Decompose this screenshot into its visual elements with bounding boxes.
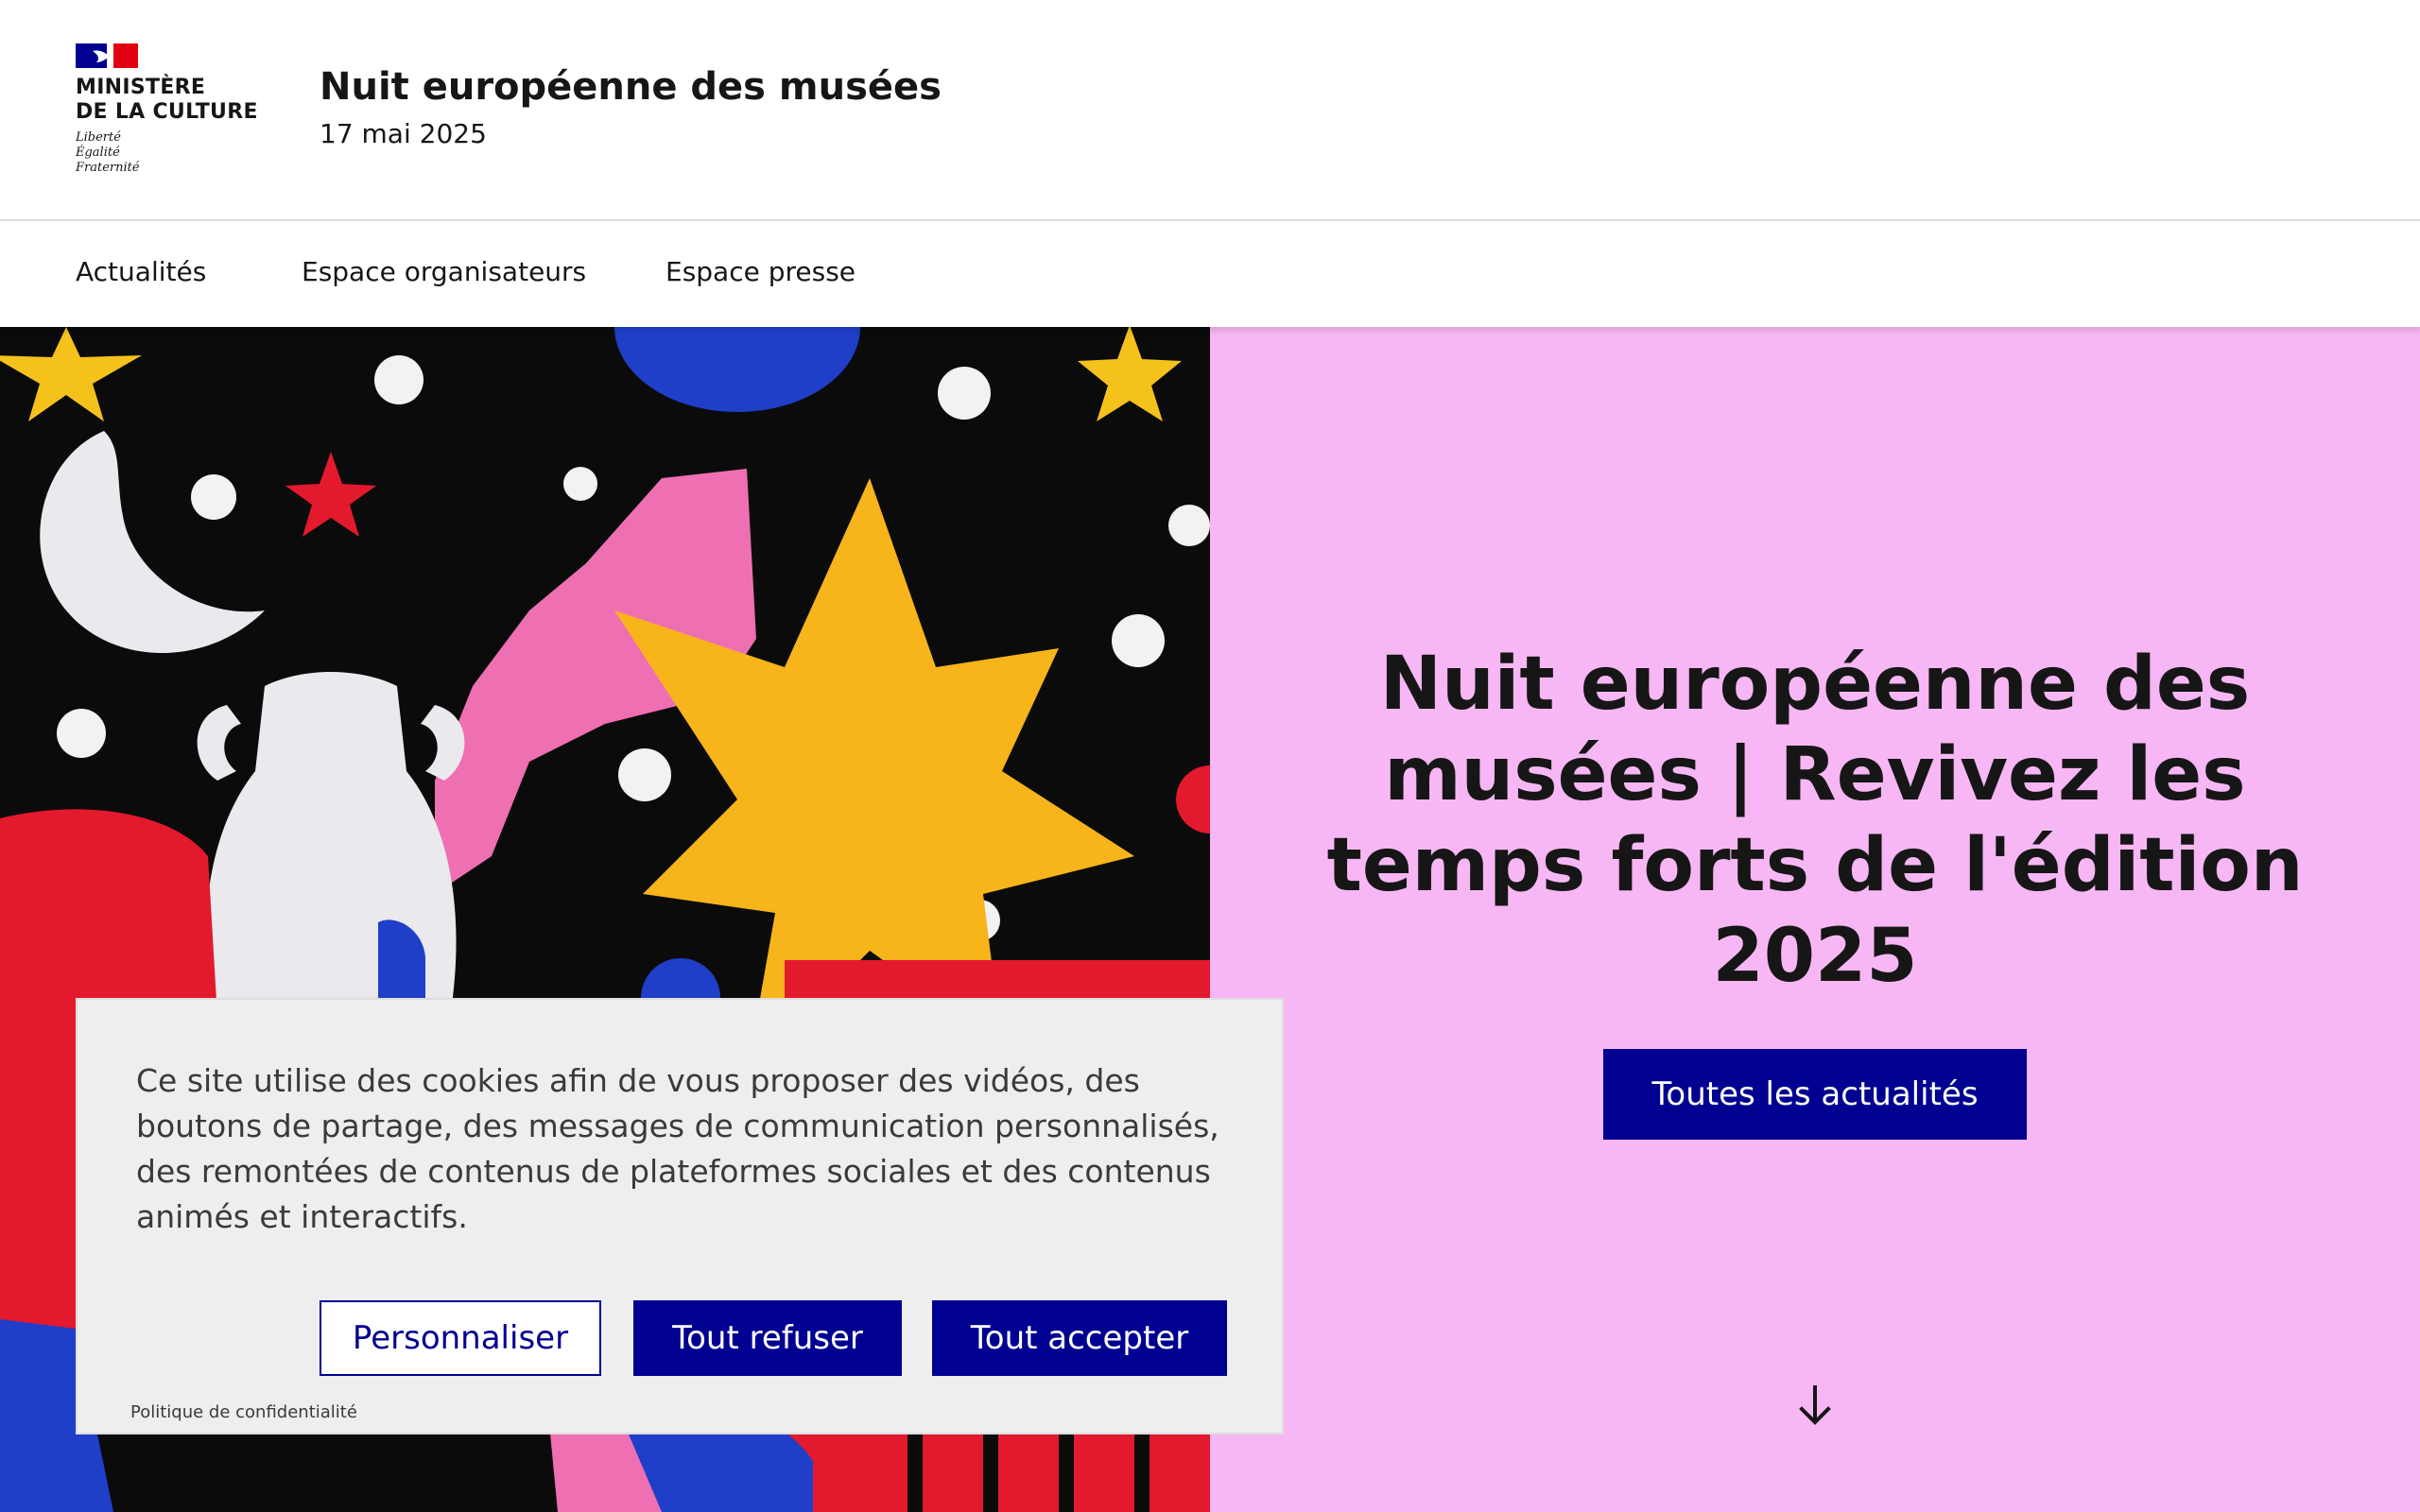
site-title[interactable]: Nuit européenne des musées bbox=[320, 60, 942, 113]
ministry-name: MINISTÈRE DE LA CULTURE bbox=[76, 76, 258, 125]
accept-all-cookies-button[interactable]: Tout accepter bbox=[932, 1300, 1227, 1376]
motto-fraternite: Fraternité bbox=[76, 161, 140, 175]
arrow-down-icon[interactable] bbox=[1790, 1382, 1840, 1431]
cookie-consent-banner: Ce site utilise des cookies afin de vous… bbox=[76, 998, 1284, 1435]
motto-egalite: Égalité bbox=[76, 146, 120, 160]
ministry-line-2: DE LA CULTURE bbox=[76, 100, 258, 124]
customize-cookies-button[interactable]: Personnaliser bbox=[320, 1300, 601, 1376]
cookie-consent-text: Ce site utilise des cookies afin de vous… bbox=[136, 1062, 1219, 1235]
site-header: MINISTÈRE DE LA CULTURE Liberté Égalité … bbox=[0, 0, 2420, 221]
ministry-line-1: MINISTÈRE bbox=[76, 76, 206, 99]
nav-item-espace-presse[interactable]: Espace presse bbox=[666, 223, 856, 321]
refuse-all-cookies-button[interactable]: Tout refuser bbox=[633, 1300, 902, 1376]
main-navigation: Actualités Espace organisateurs Espace p… bbox=[0, 223, 2420, 327]
motto-liberte: Liberté bbox=[76, 130, 121, 145]
all-news-button[interactable]: Toutes les actualités bbox=[1603, 1049, 2027, 1140]
site-subtitle: 17 mai 2025 bbox=[320, 118, 487, 149]
republic-motto: Liberté Égalité Fraternité bbox=[76, 130, 140, 176]
hero-title: Nuit européenne des musées | Revivez les… bbox=[1305, 639, 2325, 1002]
nav-item-espace-organisateurs[interactable]: Espace organisateurs bbox=[302, 223, 586, 321]
nav-item-actualites[interactable]: Actualités bbox=[76, 223, 206, 321]
privacy-policy-link[interactable]: Politique de confidentialité bbox=[130, 1402, 357, 1422]
marianne-flag-icon bbox=[76, 43, 138, 68]
hero-panel: Nuit européenne des musées | Revivez les… bbox=[1210, 327, 2420, 1512]
ministry-logo[interactable]: MINISTÈRE DE LA CULTURE Liberté Égalité … bbox=[76, 43, 265, 185]
